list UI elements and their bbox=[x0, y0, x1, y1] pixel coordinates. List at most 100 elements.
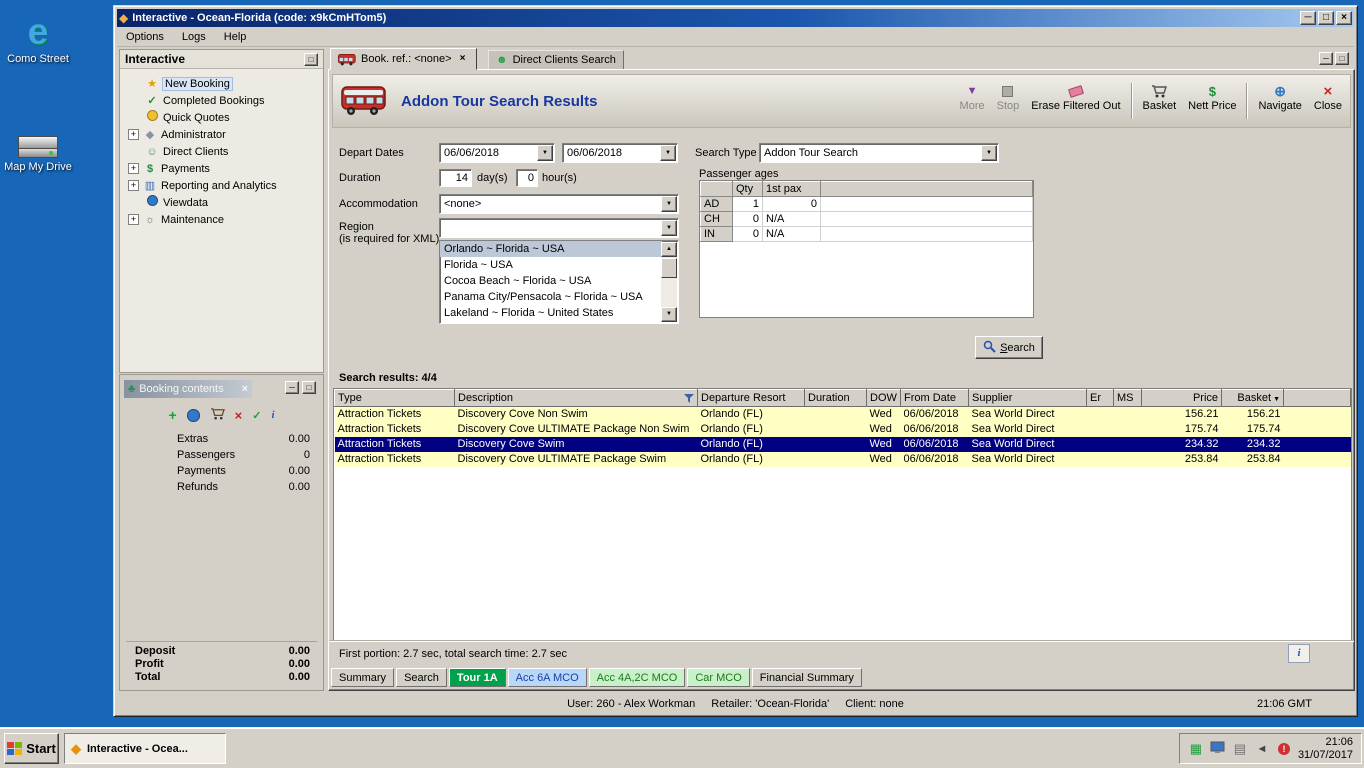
col-supplier[interactable]: Supplier bbox=[969, 390, 1087, 407]
booking-row-extras[interactable]: Extras0.00 bbox=[120, 433, 323, 449]
search-type-combo[interactable]: Addon Tour Search▼ bbox=[759, 143, 999, 163]
add-icon[interactable]: + bbox=[168, 407, 176, 423]
expand-icon[interactable]: + bbox=[128, 129, 139, 140]
sidebar-item-direct-clients[interactable]: ☺ Direct Clients bbox=[120, 143, 323, 160]
col-description[interactable]: Description bbox=[455, 390, 698, 407]
tab-financial-summary[interactable]: Financial Summary bbox=[752, 668, 862, 687]
tab-close-icon[interactable]: × bbox=[457, 53, 469, 65]
tab-summary[interactable]: Summary bbox=[331, 668, 394, 687]
chevron-down-icon[interactable]: ▼ bbox=[981, 145, 997, 161]
minimize-button[interactable]: ─ bbox=[1300, 11, 1316, 25]
tab-booking-ref[interactable]: Book. ref.: <none> × bbox=[330, 48, 477, 70]
nett-price-button[interactable]: $ Nett Price bbox=[1182, 78, 1242, 124]
region-option[interactable]: Florida ~ USA bbox=[440, 257, 662, 273]
col-basket[interactable]: Basket▼ bbox=[1222, 390, 1284, 407]
col-from-date[interactable]: From Date bbox=[901, 390, 969, 407]
desktop-icon-map-my-drive[interactable]: Map My Drive bbox=[0, 116, 76, 173]
mdi-minimize-button[interactable]: ─ bbox=[1319, 52, 1333, 65]
sidebar-item-reporting-analytics[interactable]: +▥ Reporting and Analytics bbox=[120, 177, 323, 194]
sidebar-item-maintenance[interactable]: +☼ Maintenance bbox=[120, 211, 323, 228]
result-row-selected[interactable]: Attraction Tickets Discovery Cove Swim O… bbox=[335, 437, 1351, 452]
col-price[interactable]: Price bbox=[1142, 390, 1222, 407]
col-ms[interactable]: MS bbox=[1114, 390, 1142, 407]
search-button[interactable]: Search bbox=[975, 336, 1043, 359]
panel-close-icon[interactable]: × bbox=[242, 383, 248, 395]
accommodation-combo[interactable]: <none>▼ bbox=[439, 194, 679, 214]
tab-search[interactable]: Search bbox=[396, 668, 447, 687]
result-row[interactable]: Attraction Tickets Discovery Cove ULTIMA… bbox=[335, 452, 1351, 467]
expand-icon[interactable]: + bbox=[128, 163, 139, 174]
region-option[interactable]: Panama City/Pensacola ~ Florida ~ USA bbox=[440, 289, 662, 305]
scroll-thumb[interactable] bbox=[661, 258, 677, 278]
start-button[interactable]: Start bbox=[4, 733, 59, 764]
sidebar-item-payments[interactable]: +$ Payments bbox=[120, 160, 323, 177]
region-option[interactable]: Orlando ~ Florida ~ USA bbox=[440, 241, 662, 257]
tray-icon-network[interactable]: ▤ bbox=[1232, 741, 1248, 757]
titlebar[interactable]: ◆ Interactive - Ocean-Florida (code: x9k… bbox=[117, 9, 1354, 27]
sidebar-collapse-button[interactable]: □ bbox=[304, 53, 318, 66]
col-departure-resort[interactable]: Departure Resort bbox=[698, 390, 805, 407]
taskbar-task-interactive[interactable]: ◆ Interactive - Ocea... bbox=[64, 733, 226, 764]
duration-days-input[interactable] bbox=[439, 169, 472, 187]
pax-firstpax-cell[interactable]: N/A bbox=[763, 212, 821, 227]
chevron-down-icon[interactable]: ▼ bbox=[661, 220, 677, 236]
close-search-button[interactable]: × Close bbox=[1308, 78, 1348, 124]
pax-firstpax-cell[interactable]: N/A bbox=[763, 227, 821, 242]
delete-icon[interactable]: × bbox=[235, 408, 243, 423]
col-er[interactable]: Er bbox=[1087, 390, 1114, 407]
chevron-down-icon[interactable]: ▼ bbox=[660, 145, 676, 161]
web-icon[interactable] bbox=[187, 409, 200, 422]
close-button[interactable]: × bbox=[1336, 11, 1352, 25]
maximize-button[interactable]: □ bbox=[1318, 11, 1334, 25]
tray-icon-display[interactable] bbox=[1210, 741, 1226, 757]
stop-button[interactable]: Stop bbox=[991, 78, 1026, 124]
tab-direct-clients-search[interactable]: ☻ Direct Clients Search bbox=[488, 50, 624, 70]
desktop-icon-como-street[interactable]: e Como Street bbox=[0, 8, 76, 65]
basket-icon[interactable] bbox=[210, 407, 225, 423]
region-scrollbar[interactable]: ▲ ▼ bbox=[661, 242, 677, 322]
tray-icon-1[interactable]: ▦ bbox=[1188, 741, 1204, 757]
pax-qty-cell[interactable]: 0 bbox=[733, 227, 763, 242]
menu-help[interactable]: Help bbox=[215, 29, 256, 45]
confirm-icon[interactable]: ✓ bbox=[252, 409, 261, 422]
depart-date-to-combo[interactable]: 06/06/2018▼ bbox=[562, 143, 678, 163]
panel-minimize-button[interactable]: ─ bbox=[285, 381, 299, 394]
col-dow[interactable]: DOW bbox=[867, 390, 901, 407]
navigate-button[interactable]: ⊕ Navigate bbox=[1252, 78, 1307, 124]
sidebar-item-administrator[interactable]: +◆ Administrator bbox=[120, 126, 323, 143]
menu-logs[interactable]: Logs bbox=[173, 29, 215, 45]
booking-contents-titlebar[interactable]: ♣ Booking contents × bbox=[124, 380, 252, 398]
tray-icon-volume[interactable]: ◄ bbox=[1254, 741, 1270, 757]
more-button[interactable]: ▼ More bbox=[954, 78, 991, 124]
scroll-up-icon[interactable]: ▲ bbox=[661, 242, 677, 257]
chevron-down-icon[interactable]: ▼ bbox=[537, 145, 553, 161]
booking-row-refunds[interactable]: Refunds0.00 bbox=[120, 481, 323, 497]
expand-icon[interactable]: + bbox=[128, 214, 139, 225]
duration-hours-input[interactable] bbox=[516, 169, 538, 187]
expand-icon[interactable]: + bbox=[128, 180, 139, 191]
result-row[interactable]: Attraction Tickets Discovery Cove ULTIMA… bbox=[335, 422, 1351, 437]
scroll-down-icon[interactable]: ▼ bbox=[661, 307, 677, 322]
pax-firstpax-cell[interactable]: 0 bbox=[763, 197, 821, 212]
tray-icon-alert[interactable]: ! bbox=[1276, 741, 1292, 757]
sidebar-item-quick-quotes[interactable]: Quick Quotes bbox=[120, 109, 323, 126]
mdi-restore-button[interactable]: □ bbox=[1335, 52, 1349, 65]
info-icon[interactable]: i bbox=[271, 409, 274, 421]
region-option[interactable]: Cocoa Beach ~ Florida ~ USA bbox=[440, 273, 662, 289]
filter-icon[interactable] bbox=[684, 394, 694, 406]
pax-qty-cell[interactable]: 0 bbox=[733, 212, 763, 227]
chevron-down-icon[interactable]: ▼ bbox=[661, 196, 677, 212]
pax-qty-cell[interactable]: 1 bbox=[733, 197, 763, 212]
tab-acc-4a2c-mco[interactable]: Acc 4A,2C MCO bbox=[589, 668, 686, 687]
region-combo[interactable]: ▼ bbox=[439, 218, 679, 238]
depart-date-from-combo[interactable]: 06/06/2018▼ bbox=[439, 143, 555, 163]
tab-acc-6a-mco[interactable]: Acc 6A MCO bbox=[508, 668, 587, 687]
col-duration[interactable]: Duration bbox=[805, 390, 867, 407]
booking-row-payments[interactable]: Payments0.00 bbox=[120, 465, 323, 481]
result-row[interactable]: Attraction Tickets Discovery Cove Non Sw… bbox=[335, 407, 1351, 422]
tab-tour-1a[interactable]: Tour 1A bbox=[449, 668, 506, 687]
col-type[interactable]: Type bbox=[335, 390, 455, 407]
sidebar-item-viewdata[interactable]: Viewdata bbox=[120, 194, 323, 211]
menu-options[interactable]: Options bbox=[117, 29, 173, 45]
panel-restore-button[interactable]: □ bbox=[302, 381, 316, 394]
